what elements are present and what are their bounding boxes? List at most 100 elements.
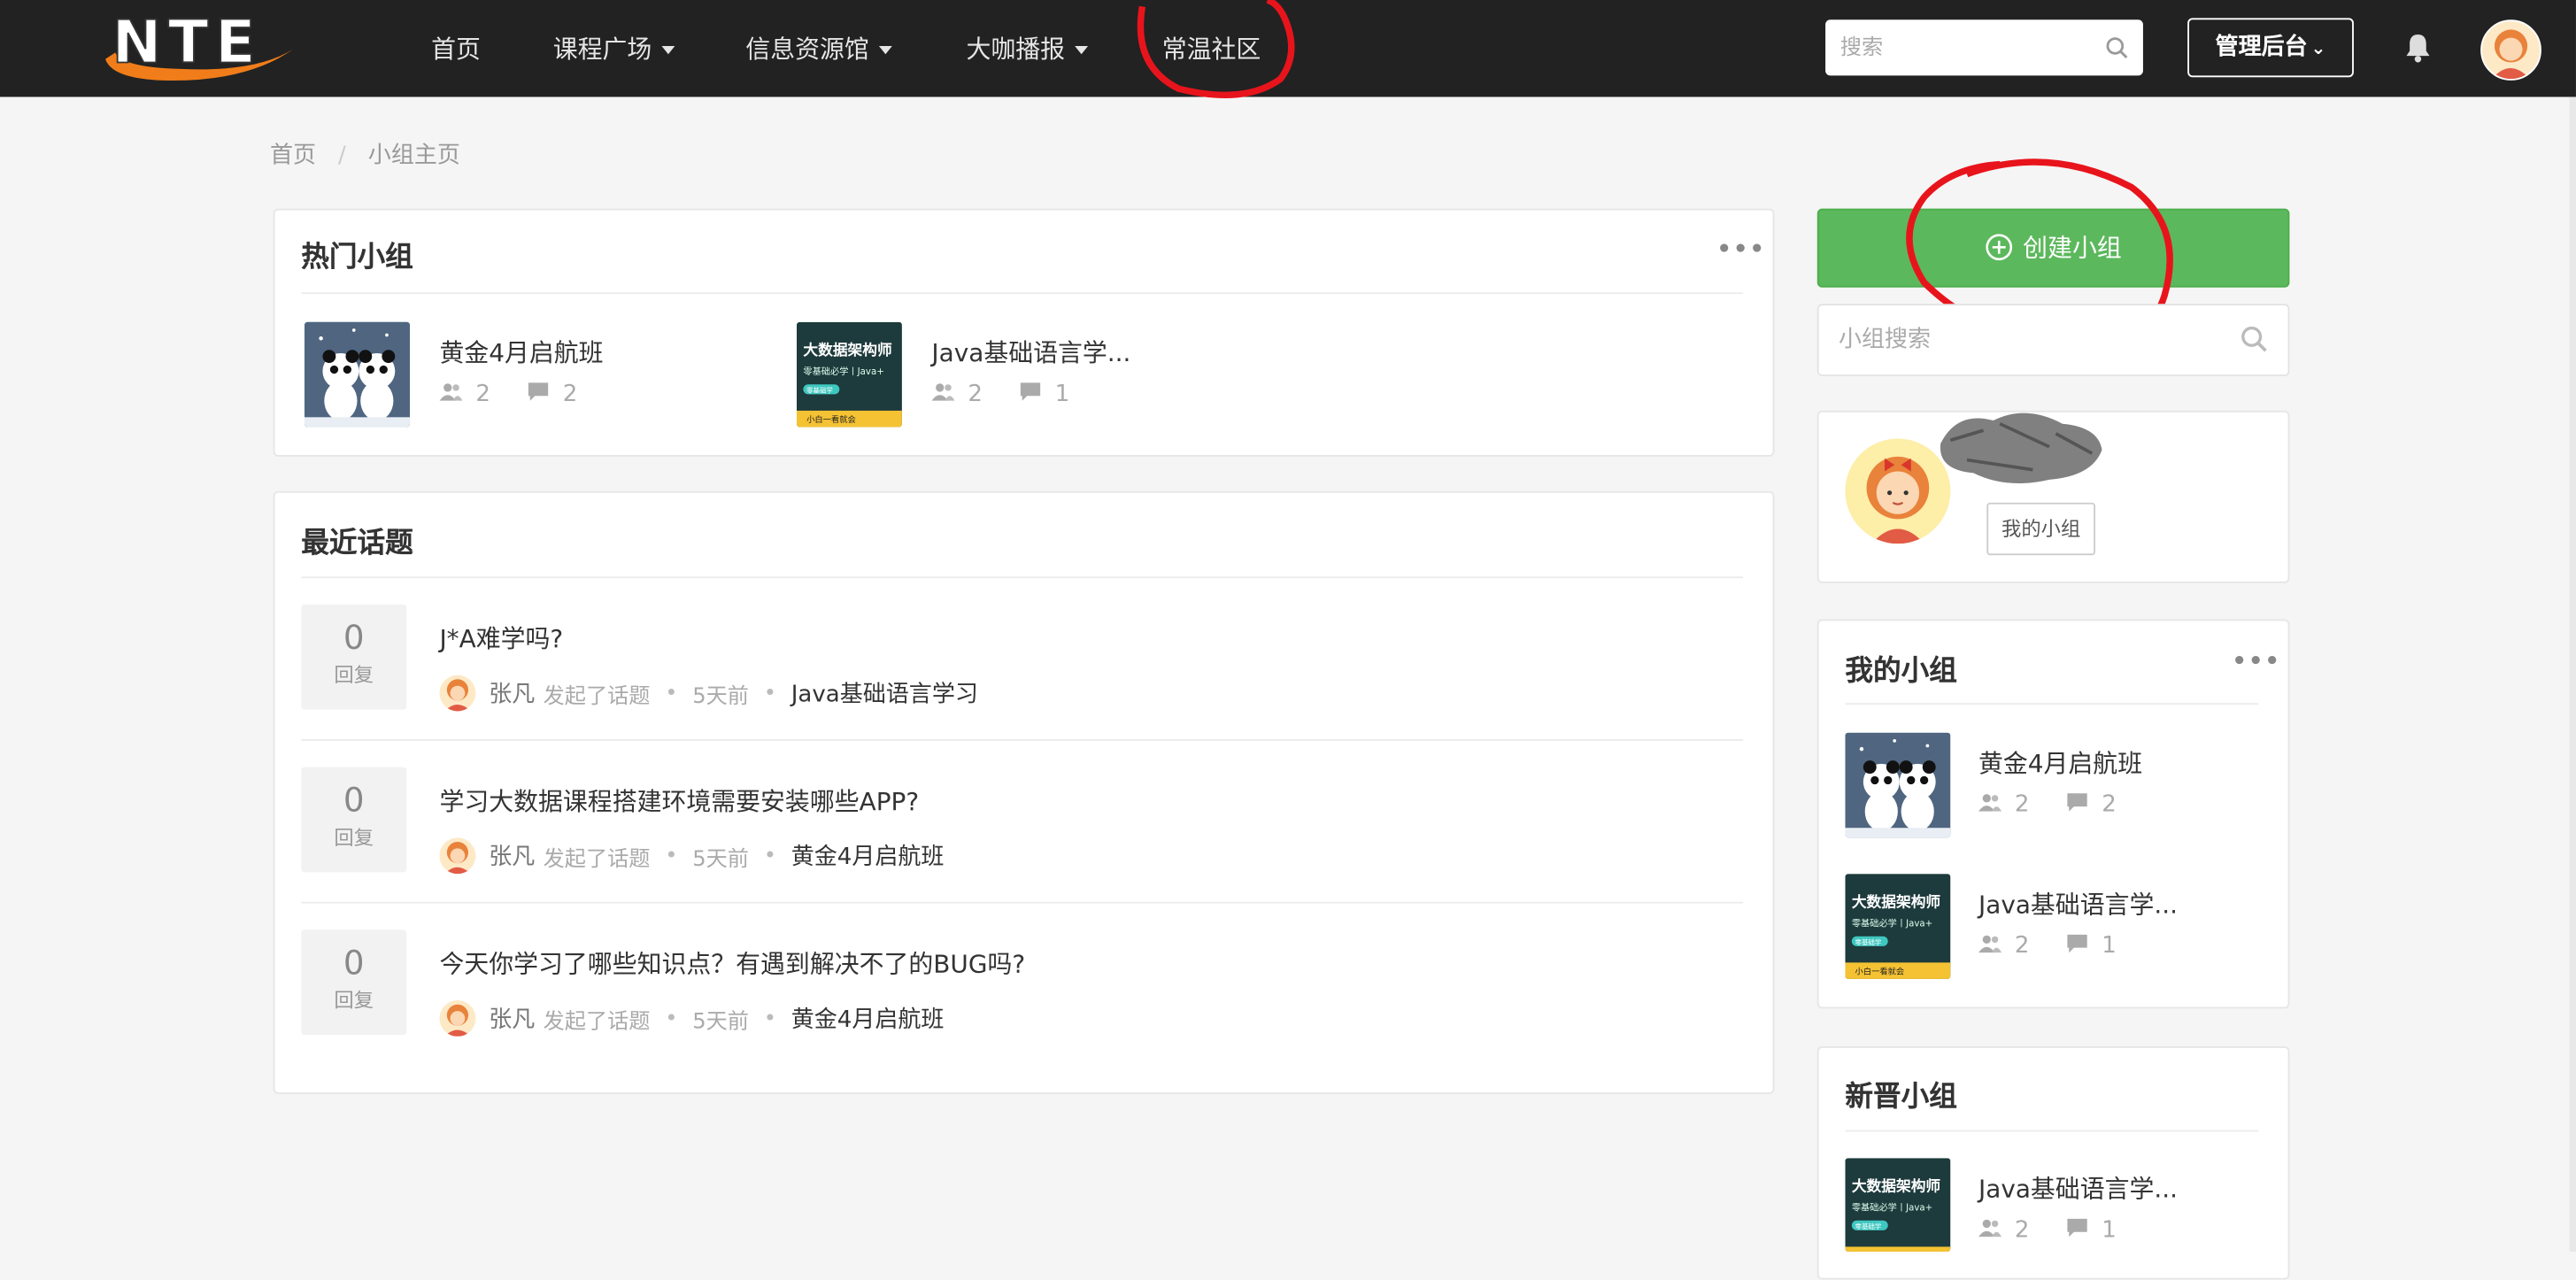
divider [301,576,1744,579]
member-count: 2 [968,381,983,408]
group-stats: 2 1 [1978,933,2117,960]
search-icon[interactable] [2241,325,2269,353]
logo-text: NTE [112,8,262,77]
nav-broadcast[interactable]: 大咖播报 [966,31,1089,66]
my-groups-title: 我的小组 [1845,655,1957,689]
reply-count-box: 0 回复 [301,767,407,873]
topic-count: 2 [2102,791,2117,819]
hot-groups-panel [273,208,1775,457]
plus-circle-icon [1986,234,2013,261]
bell-icon[interactable] [2402,31,2434,64]
comments-icon [2065,1217,2088,1244]
topic-title[interactable]: 学习大数据课程搭建环境需要安装哪些APP? [439,783,919,818]
more-options-icon[interactable]: ••• [1716,236,1766,263]
topic-time: 5天前 [692,683,749,709]
group-name[interactable]: Java基础语言学... [1978,887,2178,921]
separator-dot: • [763,843,776,868]
divider [301,901,1744,904]
nav-resources[interactable]: 信息资源馆 [745,31,892,66]
group-name[interactable]: Java基础语言学... [1978,1171,2178,1206]
topic-group-link[interactable]: Java基础语言学习 [791,677,978,710]
admin-dropdown-button[interactable]: 管理后台 ⌄ [2187,18,2354,78]
caret-down-icon [1075,45,1089,55]
group-name[interactable]: 黄金4月启航班 [439,335,603,370]
thumb-badge: 零基础学 [1855,937,1882,946]
chevron-down-icon: ⌄ [2310,37,2326,59]
caret-down-icon [661,45,675,55]
admin-label: 管理后台 [2215,34,2308,61]
group-search-box [1816,304,2290,376]
separator-dot: • [665,1006,678,1031]
nav-broadcast-label: 大咖播报 [966,34,1066,65]
reply-label: 回复 [334,989,374,1013]
thumb-footer: 小白一看就会 [806,414,856,425]
members-icon [1978,933,2002,960]
topic-title[interactable]: 今天你学习了哪些知识点？有遇到解决不了的BUG吗? [439,946,1025,981]
breadcrumb-separator: / [338,143,346,170]
topic-count: 1 [2102,1216,2117,1244]
thumb-badge: 零基础学 [1855,1222,1882,1230]
reply-count: 0 [343,617,365,658]
page-scrollbar[interactable] [2569,96,2576,1252]
author-name[interactable]: 张凡 [489,839,535,872]
topic-time: 5天前 [692,846,749,872]
reply-label: 回复 [334,663,374,687]
top-search-box [1825,19,2143,76]
thumb-footer: 小白一看就会 [1855,966,1905,976]
nav-community[interactable]: 常温社区 [1162,31,1261,66]
nav-courses[interactable]: 课程广场 [553,31,675,66]
topic-action: 发起了话题 [543,1009,651,1035]
reply-label: 回复 [334,826,374,850]
divider [301,292,1744,295]
reply-count: 0 [343,780,365,820]
redacted-username [1940,413,2102,484]
site-logo[interactable]: NTE [99,6,300,89]
breadcrumb: 首页 / 小组主页 [270,138,460,171]
reply-count: 0 [343,943,365,983]
topic-group-link[interactable]: 黄金4月启航班 [791,839,945,872]
topic-count: 2 [562,381,578,408]
author-name[interactable]: 张凡 [489,1002,535,1035]
reply-count-box: 0 回复 [301,604,407,710]
top-navbar: NTE 首页 课程广场 信息资源馆 大咖播报 常温社区 管理后台⌄ [0,0,2576,97]
top-search-input[interactable] [1825,19,2087,76]
topic-title[interactable]: J*A难学吗? [439,621,563,655]
more-options-icon[interactable]: ••• [2232,649,2281,675]
separator-dot: • [763,681,776,706]
my-groups-button[interactable]: 我的小组 [1986,502,2096,556]
nav-resources-label: 信息资源馆 [745,34,869,65]
group-stats: 2 2 [439,381,577,407]
breadcrumb-home[interactable]: 首页 [270,143,316,169]
thumb-subtitle: 零基础必学丨Java+ [803,366,883,377]
group-stats: 2 2 [1978,791,2117,818]
author-name[interactable]: 张凡 [489,677,535,710]
divider [1845,1130,2259,1132]
topic-action: 发起了话题 [543,846,651,872]
comments-icon [2065,791,2088,818]
group-thumbnail-panda[interactable] [1845,732,1951,838]
comments-icon [2065,933,2088,960]
group-thumbnail-course[interactable]: 大数据架构师 零基础必学丨Java+ 零基础学 小白一看就会 [796,321,902,428]
thumb-subtitle: 零基础必学丨Java+ [1852,918,1932,929]
breadcrumb-current: 小组主页 [367,143,460,170]
hot-groups-title: 热门小组 [301,241,413,274]
author-avatar[interactable] [439,837,476,875]
author-avatar[interactable] [439,675,476,712]
create-group-button[interactable]: 创建小组 [1816,208,2290,288]
group-search-input[interactable] [1818,305,2234,375]
group-thumbnail-panda[interactable] [304,321,410,428]
comments-icon [1019,381,1042,407]
caret-down-icon [878,45,892,55]
search-icon[interactable] [2105,36,2128,59]
author-avatar[interactable] [439,1000,476,1037]
group-name[interactable]: Java基础语言学... [931,335,1130,370]
topic-group-link[interactable]: 黄金4月启航班 [791,1002,945,1035]
nav-home[interactable]: 首页 [431,31,481,66]
nav-home-label: 首页 [431,34,481,65]
member-count: 2 [2014,791,2030,819]
user-avatar[interactable] [2480,19,2541,81]
group-name[interactable]: 黄金4月启航班 [1978,745,2142,780]
group-thumbnail-course[interactable]: 大数据架构师 零基础必学丨Java+ 零基础学 [1845,1158,1951,1252]
group-thumbnail-course[interactable]: 大数据架构师 零基础必学丨Java+ 零基础学 小白一看就会 [1845,874,1951,979]
group-stats: 2 1 [1978,1217,2117,1244]
